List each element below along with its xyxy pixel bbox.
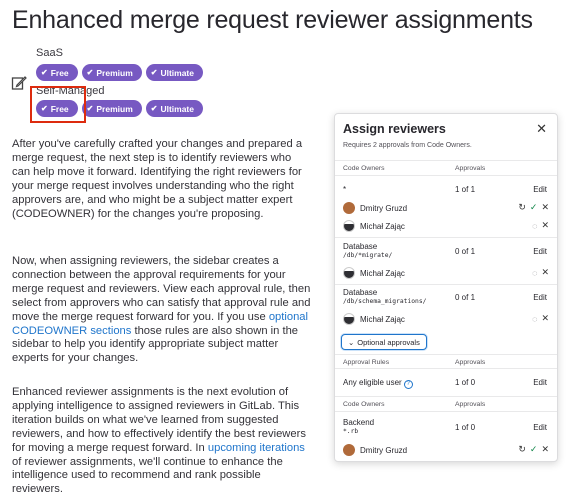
highlight-box: [30, 86, 86, 123]
rule-path: /db/*migrate/: [343, 252, 393, 259]
edit-rule-button[interactable]: Edit: [533, 293, 547, 302]
pending-icon: ◌: [532, 220, 538, 231]
rule-approvals: 0 of 1: [455, 293, 476, 302]
reviewer-row: Michał Zając: [343, 267, 405, 279]
reviewer-actions: ◌ ✕: [532, 220, 549, 231]
page-title: Enhanced merge request reviewer assignme…: [12, 6, 533, 34]
rule-name: Database: [343, 242, 378, 251]
reviewer-row: Michał Zając: [343, 220, 405, 232]
upcoming-iterations-link[interactable]: upcoming iterations: [208, 442, 305, 454]
rule-name: *: [343, 185, 347, 194]
approved-icon: ✓: [529, 444, 538, 454]
edit-rule-button[interactable]: Edit: [533, 185, 547, 194]
rule-approvals: 0 of 1: [455, 247, 476, 256]
code-owners-header: Code Owners Approvals: [335, 160, 557, 174]
edit-rule-button[interactable]: Edit: [533, 423, 547, 432]
rule-path: /db/schema_migrations/: [343, 298, 427, 305]
edit-rule-button[interactable]: Edit: [533, 247, 547, 256]
badge-free[interactable]: ✔ Free: [36, 64, 78, 81]
reviewer-row: Michał Zając: [343, 313, 405, 325]
avatar: [343, 267, 355, 279]
remove-icon[interactable]: ✕: [541, 313, 549, 324]
pending-icon: ◌: [532, 313, 538, 324]
avatar: [343, 202, 355, 214]
close-icon[interactable]: ✕: [536, 121, 547, 137]
code-owners-header: Code Owners Approvals: [335, 396, 557, 410]
badge-ultimate[interactable]: ✔ Ultimate: [145, 100, 203, 117]
rerequest-icon[interactable]: ↻: [518, 444, 526, 455]
paragraph-3: Enhanced reviewer assignments is the nex…: [12, 386, 306, 496]
rerequest-icon[interactable]: ↻: [518, 202, 526, 213]
panel-subtitle: Requires 2 approvals from Code Owners.: [343, 142, 472, 149]
edit-icon: [11, 76, 27, 90]
edit-rule-button[interactable]: Edit: [533, 378, 547, 387]
help-icon[interactable]: ?: [403, 379, 413, 389]
reviewer-actions: ↻ ✓ ✕: [518, 444, 549, 455]
optional-approvals-button[interactable]: ⌄ Optional approvals: [341, 334, 427, 350]
reviewer-actions: ↻ ✓ ✕: [518, 202, 549, 213]
avatar: [343, 444, 355, 456]
rule-name: Backend: [343, 418, 375, 427]
rule-approvals: 1 of 0: [455, 378, 476, 387]
rule-approvals: 1 of 1: [455, 185, 476, 194]
rule-path: *.rb: [343, 428, 359, 435]
remove-icon[interactable]: ✕: [541, 220, 549, 231]
reviewer-row: Dmitry Gruzd: [343, 444, 407, 456]
reviewer-row: Dmitry Gruzd: [343, 202, 407, 214]
assign-reviewers-panel: Assign reviewers ✕ Requires 2 approvals …: [334, 113, 558, 462]
remove-icon[interactable]: ✕: [541, 202, 549, 213]
approval-rules-header: Approval Rules Approvals: [335, 354, 557, 368]
rule-name: Database: [343, 288, 378, 297]
saas-label: SaaS: [36, 47, 63, 59]
badge-premium[interactable]: ✔ Premium: [81, 64, 142, 81]
saas-badges: ✔ Free ✔ Premium ✔ Ultimate: [36, 64, 203, 81]
remove-icon[interactable]: ✕: [541, 444, 549, 455]
reviewer-actions: ◌ ✕: [532, 313, 549, 324]
avatar: [343, 313, 355, 325]
badge-premium[interactable]: ✔ Premium: [81, 100, 142, 117]
panel-title: Assign reviewers: [343, 122, 446, 136]
chevron-down-icon: ⌄: [348, 337, 355, 347]
pending-icon: ◌: [532, 267, 538, 278]
reviewer-actions: ◌ ✕: [532, 267, 549, 278]
paragraph-1: After you've carefully crafted your chan…: [12, 138, 303, 220]
badge-ultimate[interactable]: ✔ Ultimate: [145, 64, 203, 81]
approved-icon: ✓: [529, 202, 538, 212]
rule-approvals: 1 of 0: [455, 423, 476, 432]
paragraph-2: Now, when assigning reviewers, the sideb…: [12, 255, 311, 365]
rule-name: Any eligible user?: [343, 378, 413, 389]
avatar: [343, 220, 355, 232]
remove-icon[interactable]: ✕: [541, 267, 549, 278]
